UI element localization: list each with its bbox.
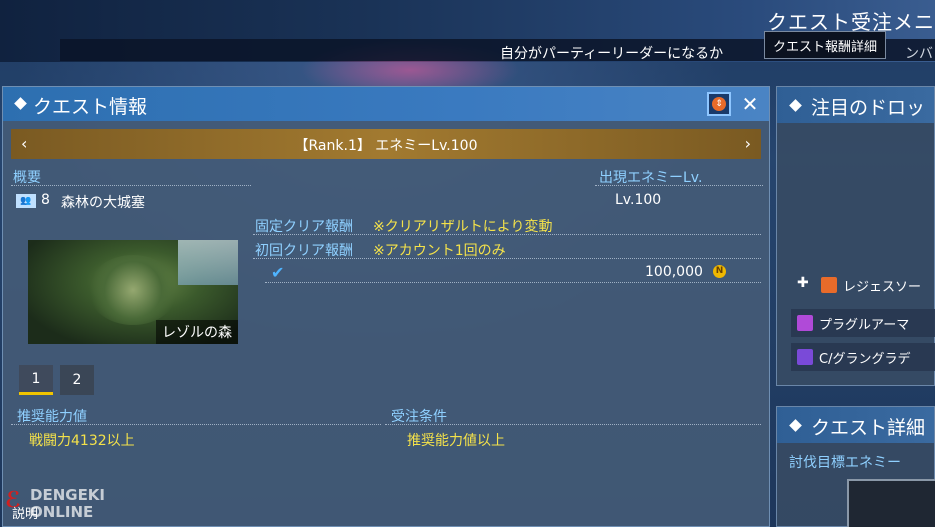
- quest-detail-title: クエスト詳細: [811, 417, 926, 439]
- diamond-icon: [789, 419, 802, 432]
- enemy-level-label: 出現エネミーLv.: [599, 170, 703, 186]
- first-reward-label: 初回クリア報酬: [255, 243, 353, 259]
- notable-drops-panel: 注目のドロッ ✚ レジェスソー プラグルアーマ C/グラングラデ: [776, 86, 935, 386]
- drop-item[interactable]: C/グラングラデ: [791, 343, 935, 371]
- expand-icon[interactable]: ✚: [797, 275, 809, 291]
- divider: [253, 234, 761, 235]
- close-button[interactable]: ✕: [738, 92, 762, 116]
- drop-item[interactable]: レジェスソー: [815, 271, 935, 299]
- tab-2[interactable]: 2: [60, 365, 94, 395]
- order-condition-label: 受注条件: [391, 409, 447, 425]
- quest-info-panel: クエスト情報 ⇕ ✕ ‹ 【Rank.1】 エネミーLv.100 › 概要 出現…: [2, 86, 770, 527]
- party-icon: 👥: [16, 194, 36, 208]
- diamond-icon: [789, 99, 802, 112]
- armor-icon: [797, 315, 813, 331]
- rank-selector[interactable]: ‹ 【Rank.1】 エネミーLv.100 ›: [11, 129, 761, 159]
- chevron-right-icon[interactable]: ›: [745, 134, 751, 153]
- augment-icon: [797, 349, 813, 365]
- swap-icon: ⇕: [712, 97, 726, 111]
- target-enemy-label: 討伐目標エネミー: [789, 455, 901, 471]
- close-icon: ✕: [741, 92, 759, 116]
- divider: [11, 424, 381, 425]
- drop-item-label: レジェスソー: [843, 279, 922, 295]
- area-map-image: レゾルの森: [28, 240, 238, 344]
- quest-info-header: クエスト情報 ⇕ ✕: [3, 87, 769, 121]
- check-icon: ✔: [271, 263, 285, 282]
- enemy-level-value: Lv.100: [615, 192, 662, 208]
- meseta-icon: N: [713, 265, 726, 278]
- quest-detail-header: クエスト詳細: [777, 407, 934, 443]
- drop-item-label: C/グラングラデ: [819, 351, 911, 367]
- area-name: 森林の大城塞: [61, 195, 145, 211]
- swap-view-button[interactable]: ⇕: [707, 92, 731, 116]
- tab-1[interactable]: 1: [19, 365, 53, 395]
- sword-icon: [821, 277, 837, 293]
- divider: [253, 258, 761, 259]
- fixed-reward-note: ※クリアリザルトにより変動: [373, 219, 553, 235]
- watermark-line1: DENGEKI: [30, 486, 106, 504]
- divider: [265, 282, 761, 283]
- map-label: レゾルの森: [156, 320, 238, 344]
- divider: [11, 185, 251, 186]
- divider: [595, 185, 763, 186]
- quest-info-title: クエスト情報: [33, 96, 148, 118]
- notable-drops-header: 注目のドロッ: [777, 87, 934, 123]
- enemy-thumbnail: [847, 479, 935, 527]
- divider: [385, 424, 761, 425]
- diamond-icon: [14, 97, 27, 110]
- fixed-reward-label: 固定クリア報酬: [255, 219, 353, 235]
- first-reward-amount: 100,000: [645, 264, 703, 280]
- description-label: 説明: [12, 507, 39, 522]
- drop-item[interactable]: プラグルアーマ: [791, 309, 935, 337]
- reward-detail-tooltip: クエスト報酬詳細: [764, 31, 887, 59]
- overview-label: 概要: [13, 170, 41, 186]
- drop-item-label: プラグルアーマ: [819, 317, 910, 333]
- notable-drops-title: 注目のドロッ: [811, 97, 926, 119]
- quest-detail-panel: クエスト詳細 討伐目標エネミー: [776, 406, 935, 527]
- order-condition-value: 推奨能力値以上: [407, 433, 505, 449]
- recommended-power-value: 戦闘力4132以上: [29, 433, 135, 449]
- rank-label: 【Rank.1】 エネミーLv.100: [294, 138, 478, 154]
- recommended-power-label: 推奨能力値: [17, 409, 87, 425]
- menu-subtitle-right: ンバ: [905, 46, 933, 62]
- first-reward-note: ※アカウント1回のみ: [373, 243, 506, 259]
- menu-subtitle: 自分がパーティーリーダーになるか: [500, 46, 724, 62]
- party-count: 8: [41, 192, 50, 208]
- watermark-line2: ONLINE: [30, 503, 94, 521]
